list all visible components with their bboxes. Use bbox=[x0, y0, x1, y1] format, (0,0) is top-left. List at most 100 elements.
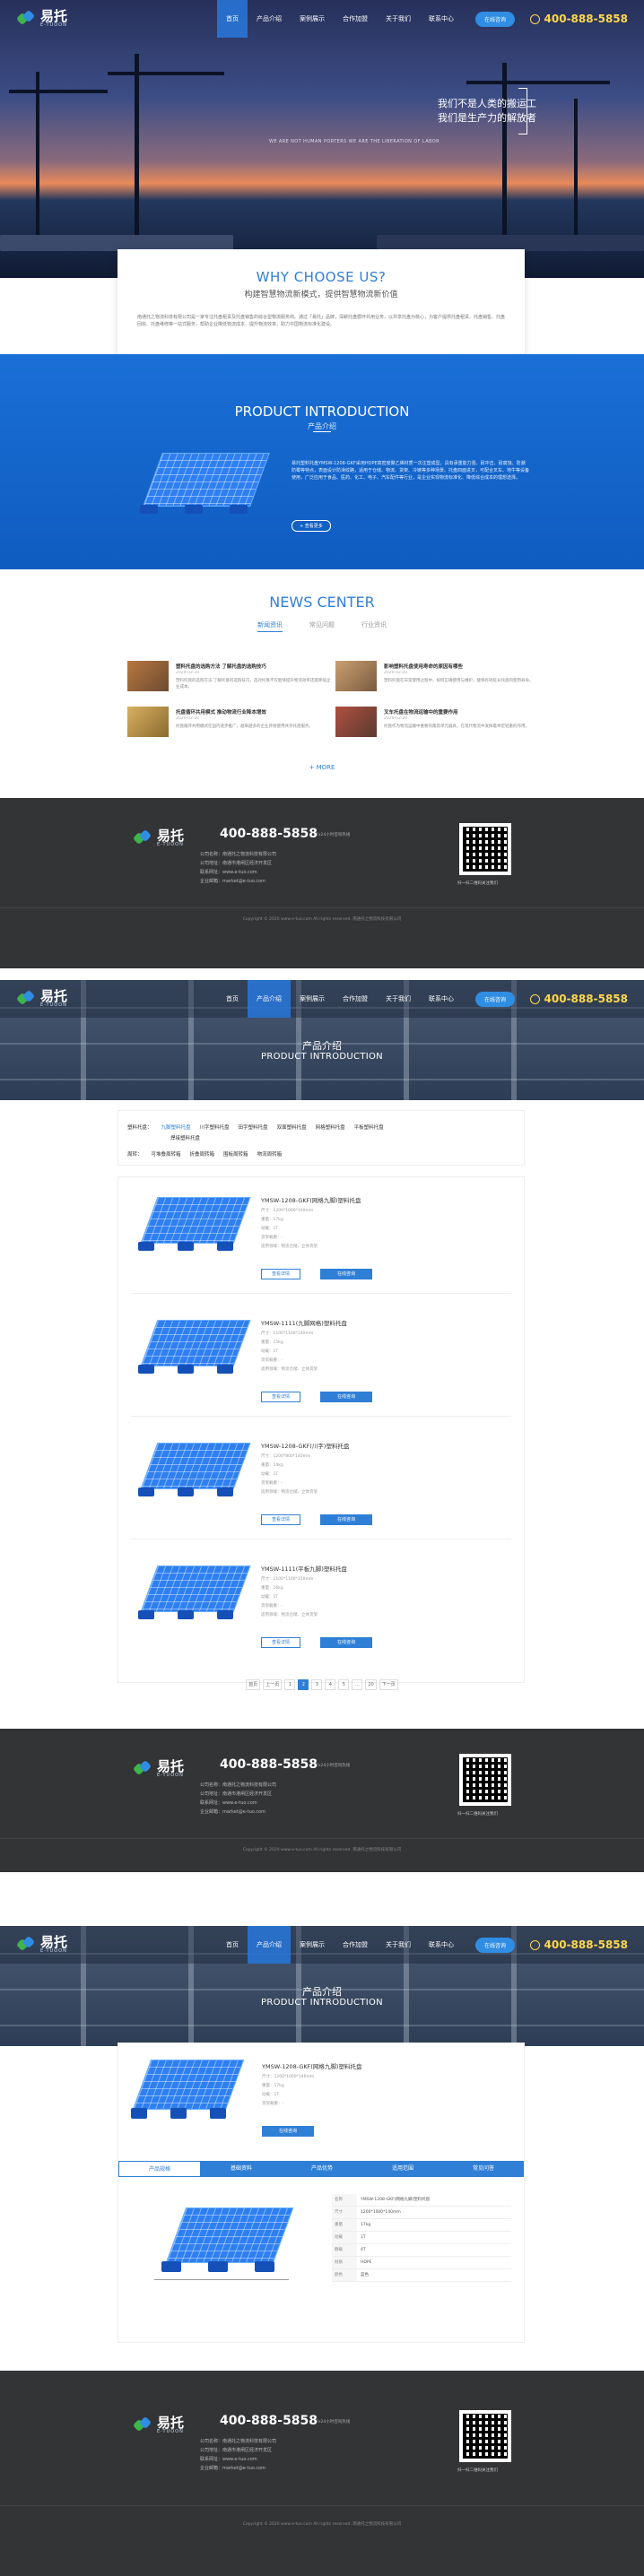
filter-option[interactable]: 田字塑料托盘 bbox=[239, 1123, 268, 1131]
menu-item-contact[interactable]: 联系中心 bbox=[420, 980, 463, 1018]
detail-button[interactable]: 查看详情 bbox=[261, 1637, 300, 1648]
page-number[interactable]: 1 bbox=[284, 1679, 296, 1690]
page-prev[interactable]: 上一页 bbox=[263, 1679, 283, 1690]
news-thumb bbox=[127, 661, 169, 691]
menu-item-contact[interactable]: 联系中心 bbox=[420, 0, 463, 38]
page: 我们不是人类的搬运工 我们是生产力的解放者 WE ARE NOT HUMAN P… bbox=[0, 0, 644, 2576]
news-tab-news[interactable]: 新闻资讯 bbox=[257, 620, 283, 632]
news-item-title: 塑料托盘的选购方法 了解托盘的选购技巧 bbox=[176, 664, 266, 670]
nav-phone-number: 400-888-5858 bbox=[544, 13, 628, 25]
page-number[interactable]: 4 bbox=[325, 1679, 336, 1690]
page-number[interactable]: 5 bbox=[338, 1679, 350, 1690]
tab-faq[interactable]: 常见问答 bbox=[443, 2161, 524, 2177]
product-item: YMSW-1111(九脚网格)塑料托盘 尺寸：1100*1100*140mm 重… bbox=[131, 1300, 511, 1417]
filter-option[interactable]: 物流周转箱 bbox=[257, 1150, 283, 1158]
news-item[interactable]: 托盘循环共用模式 推动物流行业降本增效 2020-02-20 托盘循环共用模式在… bbox=[127, 707, 334, 744]
consult-button[interactable]: 在线咨询 bbox=[320, 1514, 372, 1525]
news-more-link[interactable]: + MORE bbox=[0, 764, 644, 771]
news-thumb bbox=[127, 707, 169, 737]
page-number[interactable]: 3 bbox=[311, 1679, 323, 1690]
why-body: 南通托之物流科技有限公司是一家专注托盘租赁及托盘销售的综合型物流服务商。通过「易… bbox=[137, 315, 506, 327]
consult-button[interactable]: 在线咨询 bbox=[320, 1637, 372, 1648]
news-tab-faq[interactable]: 常见问题 bbox=[309, 620, 335, 632]
filter-option[interactable]: 双面塑料托盘 bbox=[277, 1123, 307, 1131]
news-item[interactable]: 叉车托盘在物流运输中的重要作用 2020-02-20 托盘作为物流运输中重要的集… bbox=[335, 707, 542, 744]
menu-item-about[interactable]: 关于我们 bbox=[377, 1926, 420, 1964]
filter-option[interactable]: 九脚塑料托盘 bbox=[161, 1123, 191, 1131]
menu-item-join[interactable]: 合作加盟 bbox=[334, 1926, 377, 1964]
detail-consult-button[interactable]: 在线咨询 bbox=[262, 2126, 314, 2137]
filter-option[interactable]: 川字塑料托盘 bbox=[200, 1123, 230, 1131]
category-filter: 塑料托盘： 九脚塑料托盘 川字塑料托盘 田字塑料托盘 双面塑料托盘 网格塑料托盘… bbox=[117, 1110, 525, 1166]
menu-item-home[interactable]: 首页 bbox=[217, 980, 248, 1018]
consult-button[interactable]: 在线咨询 bbox=[320, 1392, 372, 1402]
consult-button[interactable]: 在线咨询 bbox=[320, 1269, 372, 1279]
menu-item-cases[interactable]: 案例展示 bbox=[291, 980, 334, 1018]
pallet-image bbox=[135, 1320, 251, 1383]
news-item[interactable]: 塑料托盘的选购方法 了解托盘的选购技巧 2020-02-20 塑料托盘的选购方法… bbox=[127, 661, 334, 698]
menu-item-join[interactable]: 合作加盟 bbox=[334, 0, 377, 38]
footer: 易托 E-TUOON 400-888-5858 7x24小时咨询热线 公司名称：南… bbox=[0, 798, 644, 968]
page-first[interactable]: 首页 bbox=[246, 1679, 261, 1690]
nav-phone: 400-888-5858 bbox=[529, 13, 628, 25]
filter-option[interactable]: 折叠周转箱 bbox=[190, 1150, 215, 1158]
pallet-image bbox=[127, 2060, 245, 2131]
filter-option[interactable]: 可堆叠周转箱 bbox=[152, 1150, 181, 1158]
news-item[interactable]: 影响塑料托盘使用寿命的原因有哪些 2020-02-20 塑料托盘在日常使用过程中… bbox=[335, 661, 542, 698]
logo[interactable]: 易托 E-TUOON bbox=[15, 8, 196, 29]
filter-option[interactable]: 焊接塑料托盘 bbox=[170, 1134, 200, 1141]
qr-caption: 扫一扫二维码关注我们 bbox=[457, 881, 498, 886]
filter-option[interactable]: 平板塑料托盘 bbox=[354, 1123, 384, 1131]
news-item-date: 2020-02-20 bbox=[384, 716, 408, 721]
consult-button[interactable]: 在线咨询 bbox=[475, 1937, 516, 1953]
news-item-date: 2020-02-20 bbox=[176, 716, 200, 721]
menu-item-about[interactable]: 关于我们 bbox=[377, 980, 420, 1018]
news-item-date: 2020-02-20 bbox=[176, 671, 200, 675]
menu-item-cases[interactable]: 案例展示 bbox=[291, 0, 334, 38]
detail-button[interactable]: 查看详情 bbox=[261, 1269, 300, 1279]
menu-item-cases[interactable]: 案例展示 bbox=[291, 1926, 334, 1964]
product-name[interactable]: YMSW-1208-GKF(网格九脚)塑料托盘 bbox=[261, 1195, 361, 1204]
filter-option[interactable]: 网格塑料托盘 bbox=[316, 1123, 345, 1131]
menu-item-products[interactable]: 产品介绍 bbox=[248, 980, 291, 1018]
why-subtitle: 构建智慧物流新模式，提供智慧物流新价值 bbox=[244, 291, 398, 299]
menu-item-home[interactable]: 首页 bbox=[217, 1926, 248, 1964]
product-more-button[interactable]: + 查看更多 bbox=[292, 520, 331, 532]
consult-button[interactable]: 在线咨询 bbox=[475, 991, 516, 1007]
product-name[interactable]: YMSW-1111(平板九脚)塑料托盘 bbox=[261, 1564, 347, 1573]
page-number[interactable]: 20 bbox=[365, 1679, 377, 1690]
news-item-desc: 塑料托盘在日常使用过程中，如何正确使用与维护，能够有效延长托盘的使用寿命。 bbox=[384, 679, 534, 683]
menu-item-products[interactable]: 产品介绍 bbox=[248, 1926, 291, 1964]
detail-name: YMSW-1208-GKF(网格九脚)塑料托盘 bbox=[262, 2063, 362, 2070]
menu-item-join[interactable]: 合作加盟 bbox=[334, 980, 377, 1018]
menu-item-home[interactable]: 首页 bbox=[217, 0, 248, 38]
page-next[interactable]: 下一页 bbox=[379, 1679, 398, 1690]
detail-button[interactable]: 查看详情 bbox=[261, 1514, 300, 1525]
page-ellipsis: … bbox=[352, 1679, 363, 1690]
spec-table: 名称 YMSW-1208-GKF(网格九脚)塑料托盘 尺寸 1200*1000*14… bbox=[332, 2194, 511, 2282]
product-desc: 易托塑料托盘YMSW-1208-GKF采用HDPE高密度聚乙烯材质一次注塑成型，… bbox=[292, 461, 530, 481]
news-tab-industry[interactable]: 行业资讯 bbox=[361, 620, 387, 632]
menu-item-products[interactable]: 产品介绍 bbox=[248, 0, 291, 38]
page-number-current[interactable]: 2 bbox=[298, 1679, 309, 1690]
product-name[interactable]: YMSW-1111(九脚网格)塑料托盘 bbox=[261, 1318, 347, 1327]
tab-spec[interactable]: 产品规格 bbox=[118, 2161, 201, 2177]
hero-line-1: 我们不是人类的搬运工 bbox=[438, 98, 536, 109]
logo-cn: 易托 bbox=[40, 8, 68, 24]
filter-option[interactable]: 围板周转箱 bbox=[223, 1150, 248, 1158]
tab-scope[interactable]: 适用范围 bbox=[362, 2161, 443, 2177]
tab-basic[interactable]: 基础资料 bbox=[201, 2161, 282, 2177]
footer-phone: 400-888-5858 bbox=[220, 1757, 318, 1772]
banner-en: PRODUCT INTRODUCTION bbox=[261, 1052, 383, 1062]
hero-line-2: 我们是生产力的解放者 bbox=[438, 112, 536, 124]
filter-label: 塑料托盘： bbox=[127, 1125, 152, 1131]
product-item: YMSW-1208-GKF(网格九脚)塑料托盘 尺寸：1200*1000*140… bbox=[131, 1177, 511, 1294]
menu-item-about[interactable]: 关于我们 bbox=[377, 0, 420, 38]
menu-item-contact[interactable]: 联系中心 bbox=[420, 1926, 463, 1964]
detail-button[interactable]: 查看详情 bbox=[261, 1392, 300, 1402]
product-name[interactable]: YMSW-1208-GKF(川字)塑料托盘 bbox=[261, 1441, 349, 1450]
pallet-image bbox=[135, 1566, 251, 1628]
detail-tabs: 产品规格 基础资料 产品优势 适用范围 常见问答 bbox=[118, 2161, 524, 2177]
consult-button[interactable]: 在线咨询 bbox=[475, 11, 516, 27]
tab-advantage[interactable]: 产品优势 bbox=[282, 2161, 362, 2177]
